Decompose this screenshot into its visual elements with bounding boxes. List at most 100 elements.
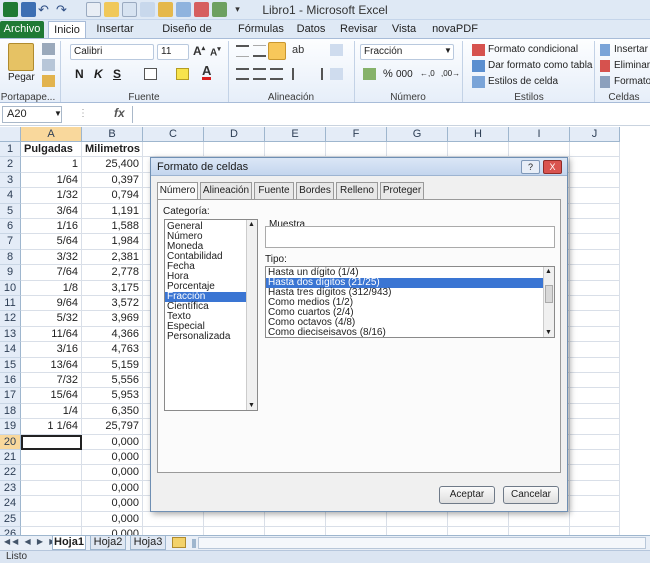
tab-inicio[interactable]: Inicio: [48, 21, 86, 38]
cell[interactable]: [265, 511, 326, 527]
type-scrollbar[interactable]: ▲ ▼: [543, 267, 554, 337]
category-list[interactable]: ▲ ▼ General Número Moneda Contabilidad Fecha…: [164, 219, 258, 411]
underline-button[interactable]: S: [113, 67, 121, 81]
cell-a[interactable]: 3/16: [21, 342, 82, 358]
cell[interactable]: [448, 511, 509, 527]
row-header[interactable]: 7: [0, 234, 21, 250]
decrease-decimal-icon[interactable]: ,00→: [441, 69, 460, 78]
cell-b[interactable]: 3,572: [82, 296, 143, 312]
cell-b[interactable]: 25,400: [82, 157, 143, 173]
cell-b[interactable]: 25,797: [82, 419, 143, 435]
column-header-b[interactable]: B: [82, 127, 143, 142]
cell-b[interactable]: 1,191: [82, 203, 143, 219]
align-left-icon[interactable]: [236, 68, 249, 80]
cell-styles-button[interactable]: Estilos de celda: [488, 76, 558, 87]
formula-input[interactable]: [136, 106, 646, 123]
cell[interactable]: [448, 527, 509, 535]
insert-function-button[interactable]: fx: [114, 106, 125, 120]
cell-b[interactable]: 0,000: [82, 511, 143, 527]
column-header-c[interactable]: C: [143, 127, 204, 142]
tab-proteger[interactable]: Proteger: [380, 182, 424, 199]
cell[interactable]: [570, 480, 620, 497]
fill-color-icon[interactable]: [176, 68, 189, 80]
row-header[interactable]: 5: [0, 203, 21, 219]
row-header[interactable]: 16: [0, 373, 21, 389]
cell-a[interactable]: 3/32: [21, 249, 82, 266]
category-item[interactable]: Personalizada: [165, 332, 246, 342]
cell-a[interactable]: 15/64: [21, 388, 82, 404]
currency-icon[interactable]: [363, 68, 376, 80]
cell-b[interactable]: 0,794: [82, 188, 143, 204]
format-cells-button[interactable]: Formato: [614, 76, 650, 87]
tab-archivo[interactable]: Archivo: [0, 21, 44, 38]
category-scrollbar[interactable]: ▲ ▼: [246, 220, 257, 410]
cell[interactable]: [570, 157, 620, 173]
row-header[interactable]: 1: [0, 142, 21, 158]
cell[interactable]: [570, 527, 620, 535]
insert-cells-button[interactable]: Insertar: [614, 44, 648, 55]
merge-center-icon[interactable]: [330, 68, 343, 80]
cell[interactable]: [509, 527, 570, 535]
cell-a[interactable]: 11/64: [21, 326, 82, 343]
cell[interactable]: [387, 142, 448, 158]
cell-b[interactable]: 0,000: [82, 496, 143, 512]
italic-button[interactable]: K: [94, 67, 103, 81]
cell-a[interactable]: [21, 480, 82, 497]
cell-b[interactable]: 3,175: [82, 280, 143, 296]
cell[interactable]: [143, 511, 204, 527]
cell[interactable]: [204, 511, 265, 527]
row-header[interactable]: 15: [0, 357, 21, 373]
cell[interactable]: [143, 527, 204, 535]
cell-b[interactable]: 5,953: [82, 388, 143, 404]
paste-icon[interactable]: [8, 43, 34, 71]
row-header[interactable]: 9: [0, 265, 21, 281]
comma-style-button[interactable]: 000: [396, 69, 413, 80]
cell-b[interactable]: 6,350: [82, 403, 143, 420]
wrap-text-icon[interactable]: [330, 44, 343, 56]
cell[interactable]: [570, 419, 620, 435]
cell[interactable]: [204, 142, 265, 158]
cell-b[interactable]: 1,588: [82, 219, 143, 235]
scroll-up-icon[interactable]: ▲: [545, 268, 552, 275]
cell-a[interactable]: [21, 450, 82, 466]
cell[interactable]: [570, 465, 620, 481]
cell-a[interactable]: [21, 434, 82, 450]
cell[interactable]: [570, 511, 620, 527]
cell-a[interactable]: 1/16: [21, 219, 82, 235]
increase-indent-icon[interactable]: [310, 68, 323, 80]
type-item[interactable]: Como dieciseisavos (8/16): [266, 328, 543, 338]
cell[interactable]: [570, 296, 620, 312]
cancel-button[interactable]: Cancelar: [503, 486, 559, 504]
tab-relleno[interactable]: Relleno: [336, 182, 378, 199]
cell[interactable]: [143, 142, 204, 158]
sheet-tab-hoja3[interactable]: Hoja3: [130, 536, 166, 550]
cell[interactable]: [570, 311, 620, 327]
row-header[interactable]: 22: [0, 465, 21, 481]
cell-b[interactable]: 0,397: [82, 172, 143, 189]
cell-b[interactable]: 0,000: [82, 434, 143, 450]
font-color-icon[interactable]: A: [202, 64, 212, 80]
paste-label[interactable]: Pegar: [8, 72, 35, 83]
increase-decimal-icon[interactable]: ←,0: [420, 69, 435, 78]
tab-novapdf[interactable]: novaPDF: [430, 21, 480, 38]
row-header[interactable]: 17: [0, 388, 21, 404]
column-header-a[interactable]: A: [21, 127, 82, 142]
cell[interactable]: [265, 142, 326, 158]
row-header[interactable]: 8: [0, 249, 21, 266]
cell-b[interactable]: Milimetros: [82, 142, 143, 158]
chevron-down-icon[interactable]: ▼: [444, 46, 452, 55]
cell-a[interactable]: 1/8: [21, 280, 82, 296]
cell[interactable]: [570, 373, 620, 389]
new-sheet-icon[interactable]: [172, 537, 186, 548]
column-header-h[interactable]: H: [448, 127, 509, 142]
row-header[interactable]: 21: [0, 450, 21, 466]
font-name-select[interactable]: Calibri: [70, 44, 154, 60]
font-size-select[interactable]: 11: [157, 44, 189, 60]
cell-a[interactable]: 1/32: [21, 188, 82, 204]
cell[interactable]: [570, 280, 620, 296]
cell[interactable]: [326, 527, 387, 535]
cell[interactable]: [570, 496, 620, 512]
row-header[interactable]: 11: [0, 296, 21, 312]
row-header[interactable]: 14: [0, 342, 21, 358]
cell-a[interactable]: 13/64: [21, 357, 82, 373]
